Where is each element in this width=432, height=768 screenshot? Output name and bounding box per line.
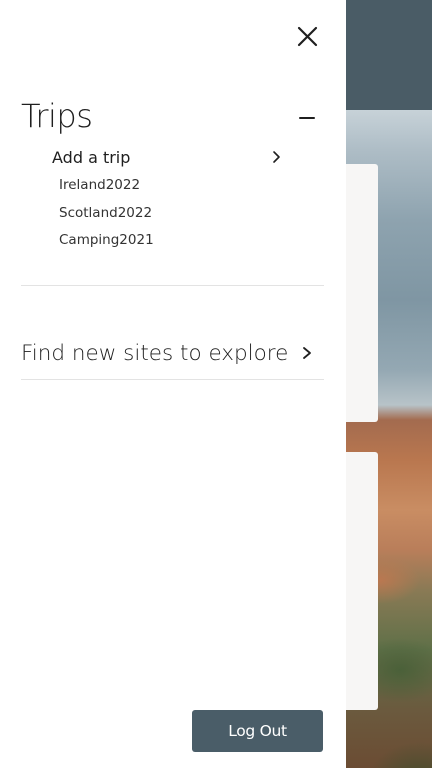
trips-section-title: Trips (21, 97, 93, 135)
trips-collapse-button[interactable] (294, 108, 320, 128)
minus-icon (299, 117, 315, 119)
chevron-right-icon (303, 347, 311, 359)
chevron-right-icon (273, 151, 280, 163)
add-trip-label: Add a trip (52, 148, 131, 167)
trip-list-item[interactable]: Ireland2022 (59, 176, 140, 194)
app-screen: Trips Add a trip Ireland2022 Scotland202… (0, 0, 432, 768)
section-divider (21, 285, 324, 286)
add-trip-link[interactable]: Add a trip (52, 146, 292, 170)
trip-list-item[interactable]: Camping2021 (59, 231, 154, 249)
trip-list-item[interactable]: Scotland2022 (59, 204, 152, 222)
section-divider (21, 379, 324, 380)
navigation-drawer: Trips Add a trip Ireland2022 Scotland202… (0, 0, 346, 768)
find-new-sites-label: Find new sites to explore (21, 341, 289, 366)
close-button[interactable] (293, 22, 323, 52)
close-icon (297, 26, 318, 47)
log-out-button[interactable]: Log Out (192, 710, 323, 752)
find-new-sites-link[interactable]: Find new sites to explore (21, 338, 324, 370)
